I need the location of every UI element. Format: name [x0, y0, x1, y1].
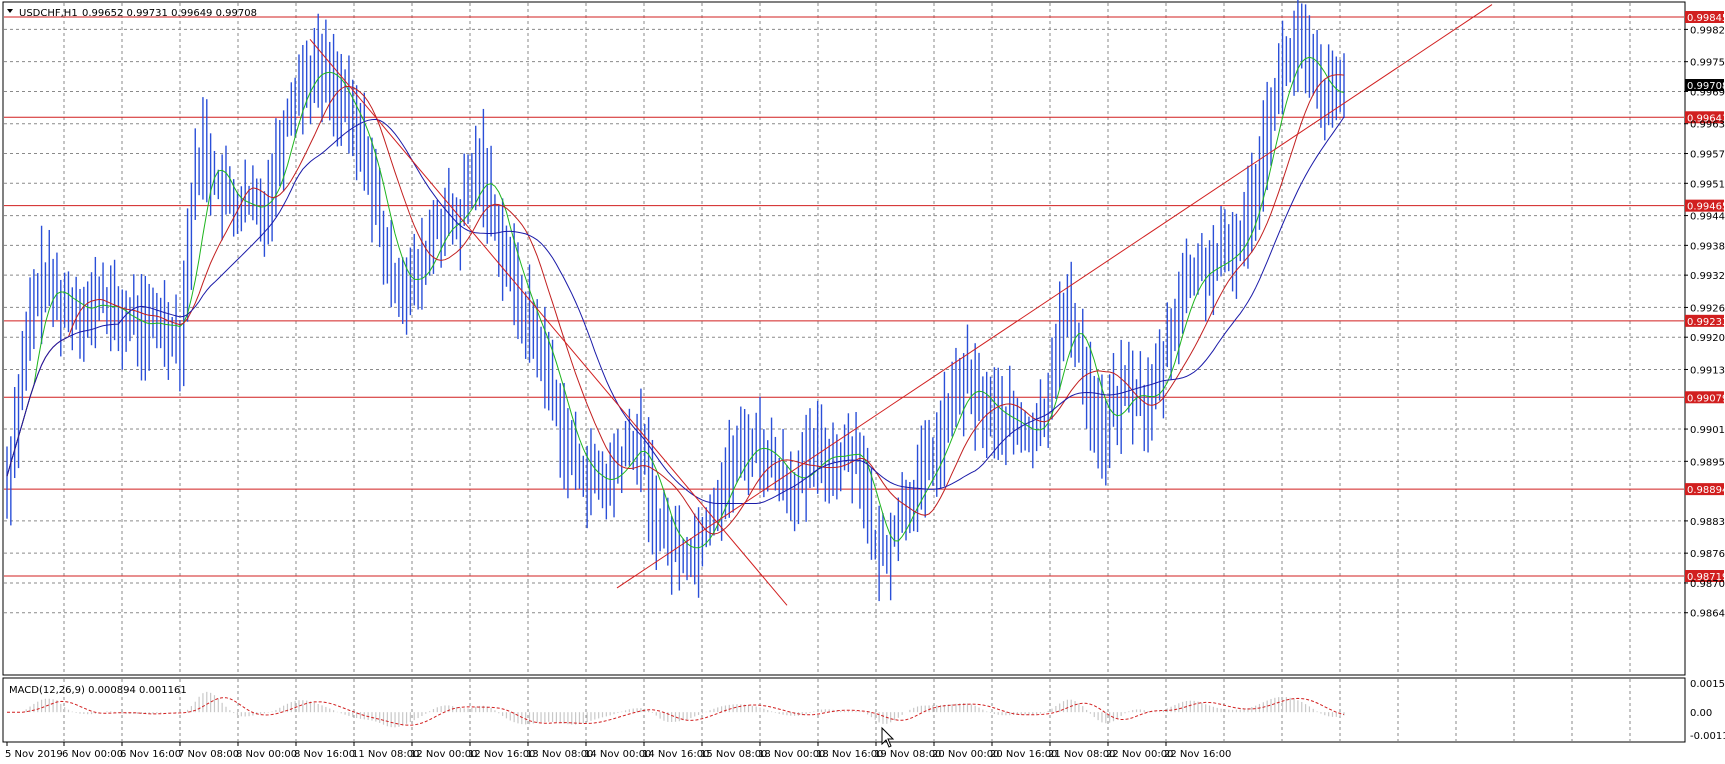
y-tick-label: 0.99445	[1690, 212, 1725, 223]
y-tick-label: 0.99755	[1690, 58, 1725, 69]
y-tick-label: 0.99325	[1690, 271, 1725, 282]
y-tick-label: 0.99570	[1690, 150, 1725, 161]
macd-label: MACD(12,26,9) 0.000894 0.001161	[9, 685, 187, 696]
level-price-label: 0.99845	[1687, 13, 1725, 24]
y-tick-label: 0.99015	[1690, 425, 1725, 436]
macd-axis-label: 0.00	[1690, 708, 1712, 719]
ohlc-readout: 0.99652 0.99731 0.99649 0.99708	[82, 8, 257, 19]
x-tick-label: 5 Nov 2019	[5, 749, 63, 760]
x-tick-label: 7 Nov 08:00	[178, 749, 239, 760]
x-tick-label: 6 Nov 16:00	[120, 749, 181, 760]
y-tick-label: 0.99510	[1690, 179, 1725, 190]
level-price-label: 0.99079	[1687, 393, 1725, 404]
y-tick-label: 0.98645	[1690, 609, 1725, 620]
current-price-label: 0.99708	[1687, 81, 1725, 92]
y-tick-label: 0.99630	[1690, 120, 1725, 131]
y-tick-label: 0.99385	[1690, 241, 1725, 252]
y-tick-label: 0.98950	[1690, 457, 1725, 468]
symbol-label: USDCHF,H1	[19, 8, 78, 19]
macd-axis-label: -0.00119	[1690, 731, 1725, 742]
price-pane[interactable]	[2, 1, 1686, 676]
y-tick-label: 0.98830	[1690, 517, 1725, 528]
x-tick-label: 22 Nov 16:00	[1164, 749, 1231, 760]
y-tick-label: 0.99135	[1690, 365, 1725, 376]
y-tick-label: 0.98705	[1690, 579, 1725, 590]
y-tick-label: 0.99200	[1690, 333, 1725, 344]
x-tick-label: 8 Nov 00:00	[236, 749, 297, 760]
level-price-label: 0.98894	[1687, 485, 1725, 496]
y-tick-label: 0.98765	[1690, 549, 1725, 560]
y-tick-label: 0.99820	[1690, 25, 1725, 36]
macd-axis-label: 0.00152	[1690, 679, 1725, 690]
level-price-label: 0.99233	[1687, 317, 1725, 328]
x-tick-label: 6 Nov 00:00	[62, 749, 123, 760]
y-tick-label: 0.99260	[1690, 303, 1725, 314]
chart-window[interactable]: 0.001520.00-0.00119 0.998450.996430.9946…	[0, 0, 1725, 764]
x-tick-label: 8 Nov 16:00	[294, 749, 355, 760]
